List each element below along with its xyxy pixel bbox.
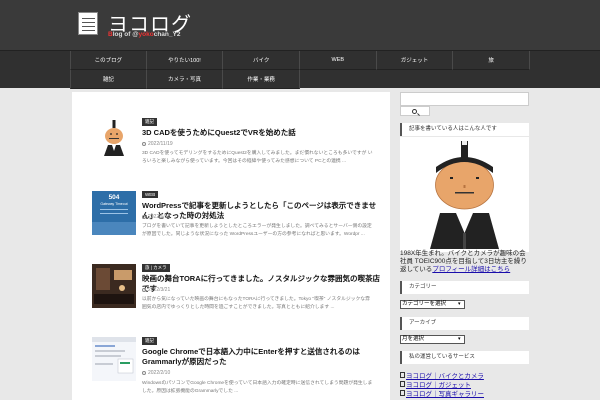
category-tag[interactable]: 雑記 — [142, 337, 157, 345]
article-title[interactable]: WordPressで記事を更新しようとしたら「このページは表示できません」となっ… — [142, 201, 382, 221]
cafe-photo-thumb[interactable] — [92, 264, 136, 308]
article-item[interactable]: 雑記 3D CADを使うためにQuest2でVRを始めた話 2022/11/19… — [92, 118, 377, 178]
chrome-screenshot-thumb[interactable] — [92, 337, 136, 381]
profile-link[interactable]: プロフィール詳細はこちら — [432, 266, 510, 273]
article-excerpt: 3D CADを使ってモデリングをするためにQuest2を購入してみました。まだ慣… — [142, 151, 373, 164]
nav-item-gadget[interactable]: ガジェット — [376, 51, 454, 70]
article-title[interactable]: Google Chromeで日本語入力中にEnterを押すと送信されるのはGra… — [142, 347, 382, 367]
article-excerpt: 以前から気になっていた映画の舞台にもなったTORAに行ってきました。Tokyo … — [142, 297, 370, 310]
article-title[interactable]: 映画の舞台TORAに行ってきました。ノスタルジックな雰囲気の喫茶店です — [142, 274, 382, 294]
category-select[interactable]: カテゴリーを選択 ▾ — [400, 300, 465, 309]
article-excerpt: ブログを書いていて記事を更新しようとしたところエラーが発生しました。調べてみると… — [142, 224, 372, 237]
archive-widget-title: アーカイブ — [400, 317, 529, 330]
nav-row-1: このブログ やりたい100! バイク WEB ガジェット 旅 — [70, 51, 530, 70]
nav-item-travel[interactable]: 旅 — [453, 51, 530, 70]
article-title[interactable]: 3D CADを使うためにQuest2でVRを始めた話 — [142, 128, 382, 138]
article-excerpt: WindowsのパソコンでGoogle Chromeを使っていて日本語入力の確定… — [142, 381, 373, 394]
nav-item-bike[interactable]: バイク — [223, 51, 300, 70]
page-icon — [400, 381, 405, 387]
nav-item-about[interactable]: このブログ — [70, 51, 147, 70]
category-tag[interactable]: 旅 | カメラ — [142, 264, 170, 272]
page-icon — [400, 390, 405, 396]
article-date: 2022/11/19 — [142, 141, 173, 147]
clock-icon — [142, 287, 146, 292]
article-item[interactable]: 旅 | カメラ 映画の舞台TORAに行ってきました。ノスタルジックな雰囲気の喫茶… — [92, 264, 380, 324]
service-widget-title: 私の運営しているサービス — [400, 351, 529, 364]
nav-item-web[interactable]: WEB — [299, 51, 377, 70]
article-item[interactable]: 雑記 Google Chromeで日本語入力中にEnterを押すと送信されるのは… — [92, 337, 377, 400]
search-input[interactable] — [400, 92, 529, 106]
site-subtitle: Blog of @yokochan_Y2 — [108, 31, 181, 38]
search-icon — [412, 109, 417, 114]
global-nav: このブログ やりたい100! バイク WEB ガジェット 旅 雑記 カメラ・写真… — [0, 50, 600, 89]
site-header: ヨコログ Blog of @yokochan_Y2 — [0, 0, 600, 50]
article-date: 2022/2/10 — [142, 370, 170, 376]
article-list: 雑記 3D CADを使うためにQuest2でVRを始めた話 2022/11/19… — [72, 92, 390, 400]
notebook-logo-icon[interactable] — [78, 12, 98, 35]
chevron-down-icon: ▾ — [458, 301, 461, 307]
article-date: 2022/6/16 — [142, 214, 170, 220]
samurai-avatar-thumb[interactable] — [92, 118, 136, 162]
thumb-timeout-label: Gateway Timeout — [100, 202, 127, 206]
thumb-504-label: 504 — [109, 194, 120, 201]
article-item[interactable]: 504 Gateway Timeout WEB WordPressで記事を更新し… — [92, 191, 377, 251]
clock-icon — [142, 214, 146, 219]
nav-item-100[interactable]: やりたい100! — [146, 51, 224, 70]
page: ヨコログ Blog of @yokochan_Y2 このブログ やりたい100!… — [0, 0, 600, 400]
search-button[interactable] — [400, 106, 430, 116]
nav-item-work[interactable]: 作業・業務 — [223, 70, 300, 89]
article-date: 2022/3/21 — [142, 287, 170, 293]
category-tag[interactable]: WEB — [142, 191, 159, 198]
nav-item-camera[interactable]: カメラ・写真 — [146, 70, 224, 89]
chevron-down-icon: ▾ — [458, 336, 461, 342]
profile-text: 198X年生まれ。バイクとカメラが趣味の会社員 TOEIC900点を目指して3日… — [400, 250, 527, 273]
samurai-avatar-profile — [400, 137, 529, 252]
service-link[interactable]: ヨコログ｜写真ギャラリー — [400, 388, 484, 398]
category-tag[interactable]: 雑記 — [142, 118, 157, 126]
clock-icon — [142, 141, 146, 146]
nav-item-misc[interactable]: 雑記 — [70, 70, 147, 89]
category-widget-title: カテゴリー — [400, 281, 529, 294]
clock-icon — [142, 370, 146, 375]
nav-row-2: 雑記 カメラ・写真 作業・業務 — [70, 70, 530, 89]
gateway-timeout-thumb[interactable]: 504 Gateway Timeout — [92, 191, 136, 235]
archive-select[interactable]: 月を選択 ▾ — [400, 335, 465, 344]
profile-widget-title: 記事を書いている人はこんな人です — [400, 123, 529, 136]
page-icon — [400, 372, 405, 378]
